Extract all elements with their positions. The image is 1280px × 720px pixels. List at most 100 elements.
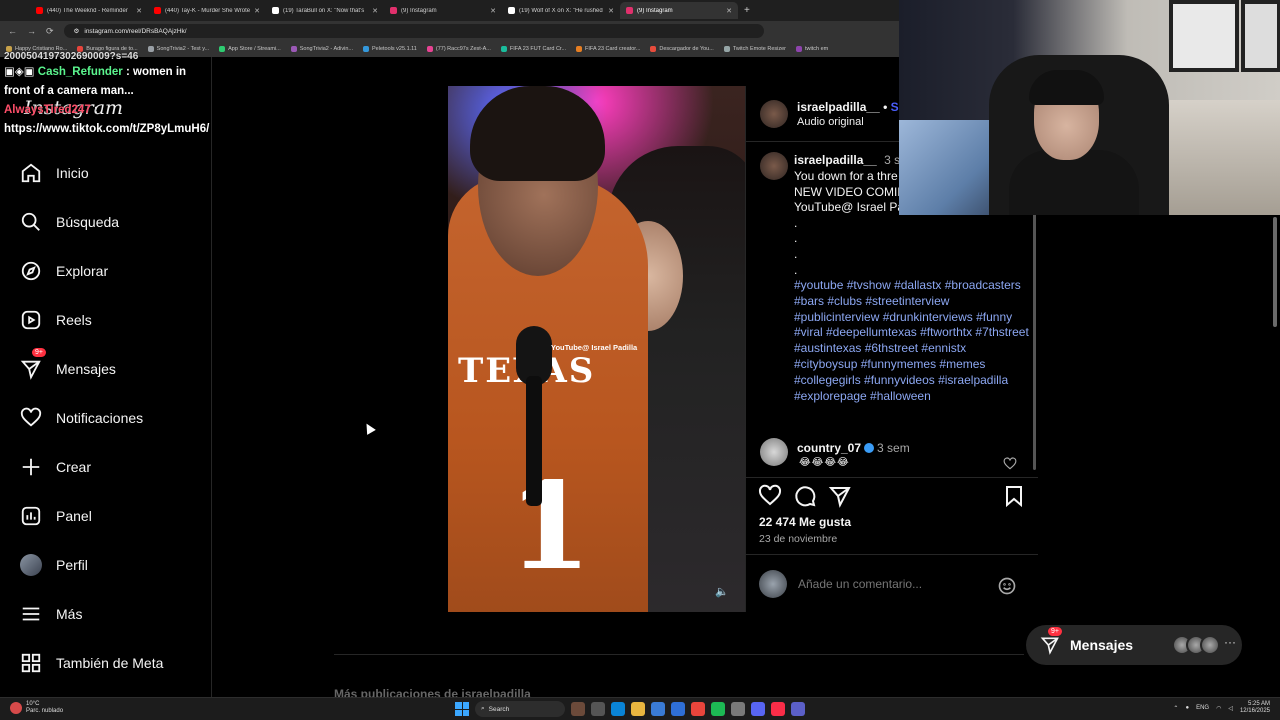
site-info-icon[interactable]: ⚙ bbox=[74, 27, 80, 35]
chat-badges-icon: ▣◈▣ bbox=[4, 66, 38, 78]
bookmark-favicon-icon bbox=[219, 46, 226, 52]
tray-chevron-icon[interactable]: ⌃ bbox=[1173, 705, 1178, 712]
chrome-icon[interactable] bbox=[691, 702, 705, 716]
browser-tab[interactable]: (9) Instagram ✕ bbox=[384, 2, 502, 19]
sidebar-item-busqueda[interactable]: Búsqueda bbox=[20, 207, 200, 237]
bookmark-favicon-icon bbox=[426, 46, 433, 52]
edge-icon[interactable] bbox=[611, 702, 625, 716]
sidebar-item-inicio[interactable]: Inicio bbox=[20, 158, 200, 188]
sidebar: Instagram Inicio Búsqueda Explorar Reels… bbox=[0, 57, 212, 697]
browser-tab[interactable]: (9) Instagram ✕ bbox=[620, 2, 738, 19]
reel-video[interactable]: TEXAS 1 YouTube@ Israel Padilla 🔈 bbox=[448, 86, 745, 612]
page-scrollbar[interactable] bbox=[1273, 217, 1277, 327]
new-tab-icon[interactable]: + bbox=[744, 5, 750, 16]
close-icon[interactable]: ✕ bbox=[254, 7, 260, 15]
browser-tab[interactable]: (440) The Weeknd - Reminder ✕ bbox=[30, 2, 148, 19]
taskbar-search-label: Search bbox=[488, 705, 510, 713]
windows-start-icon[interactable] bbox=[455, 702, 469, 716]
sidebar-item-meta[interactable]: También de Meta bbox=[20, 648, 200, 678]
browser-tab[interactable]: (19) Wolf of X on X: "He rushed ✕ bbox=[502, 2, 620, 19]
bookmark-item[interactable]: SongTrivia2 - Adivin... bbox=[290, 46, 353, 52]
messages-button[interactable]: 9+ Mensajes ··· bbox=[1026, 625, 1242, 665]
caption-username[interactable]: israelpadilla__ bbox=[794, 153, 877, 167]
weather-widget[interactable]: 10°C Parc. nublado bbox=[10, 701, 63, 715]
commenter-avatar[interactable] bbox=[760, 438, 788, 466]
caption-header: israelpadilla__ 3 se bbox=[794, 153, 907, 167]
bookmark-item[interactable]: Peletools v25.1.11 bbox=[363, 46, 417, 52]
reload-icon[interactable]: ⟳ bbox=[46, 26, 54, 37]
url-field[interactable]: ⚙ instagram.com/reel/DRsBAQAjzHk/ bbox=[63, 24, 764, 38]
widget-icon[interactable] bbox=[571, 702, 585, 716]
sidebar-item-crear[interactable]: Crear bbox=[20, 452, 200, 482]
caption-avatar[interactable] bbox=[760, 152, 788, 180]
close-icon[interactable]: ✕ bbox=[608, 7, 614, 15]
bookmark-item[interactable]: Twitch Emote Resizer bbox=[723, 46, 786, 52]
task-view-icon[interactable] bbox=[591, 702, 605, 716]
store-icon[interactable] bbox=[651, 702, 665, 716]
mouse-cursor-icon bbox=[362, 421, 376, 435]
spotify-icon[interactable] bbox=[711, 702, 725, 716]
close-icon[interactable]: ✕ bbox=[726, 7, 732, 15]
bookmark-item[interactable]: FIFA 23 FUT Card Cr... bbox=[500, 46, 566, 52]
dashboard-icon bbox=[21, 506, 41, 526]
audio-label[interactable]: Audio original bbox=[797, 116, 864, 128]
volume-icon[interactable]: ◁ bbox=[1228, 705, 1233, 712]
clock-time: 5:25 AM bbox=[1247, 701, 1270, 707]
clock[interactable]: 5:25 AM 12/16/2025 bbox=[1240, 701, 1270, 715]
volume-icon[interactable]: 🔈 bbox=[715, 585, 729, 598]
divider bbox=[746, 477, 1038, 478]
separator-dot: • bbox=[883, 100, 891, 114]
bookmark-favicon-icon bbox=[576, 46, 583, 52]
discord-icon[interactable] bbox=[751, 702, 765, 716]
mic-icon[interactable]: ● bbox=[1185, 705, 1189, 711]
comment-input[interactable] bbox=[798, 577, 988, 591]
back-icon[interactable]: ← bbox=[8, 26, 17, 36]
weather-icon bbox=[10, 702, 22, 714]
bookmark-label: twitch em bbox=[805, 46, 829, 52]
close-icon[interactable]: ✕ bbox=[490, 7, 496, 15]
teams-icon[interactable] bbox=[791, 702, 805, 716]
browser-tab[interactable]: (440) Tay-K - Murder She Wrote ✕ bbox=[148, 2, 266, 19]
obs-icon[interactable] bbox=[731, 702, 745, 716]
taskbar-search[interactable]: ⌕ Search bbox=[475, 701, 565, 717]
search-icon: ⌕ bbox=[481, 705, 485, 712]
close-icon[interactable]: ✕ bbox=[136, 7, 142, 15]
sidebar-item-notificaciones[interactable]: Notificaciones bbox=[20, 403, 200, 433]
bookmark-favicon-icon bbox=[363, 46, 370, 52]
sidebar-item-mas[interactable]: Más bbox=[20, 599, 200, 629]
comments-scrollbar[interactable] bbox=[1033, 200, 1036, 470]
music-icon[interactable] bbox=[771, 702, 785, 716]
like-icon[interactable] bbox=[758, 484, 782, 508]
sidebar-item-perfil[interactable]: Perfil bbox=[20, 550, 200, 580]
sidebar-item-label: Explorar bbox=[56, 263, 109, 279]
comment-icon[interactable] bbox=[793, 484, 817, 508]
file-explorer-icon[interactable] bbox=[631, 702, 645, 716]
sidebar-item-panel[interactable]: Panel bbox=[20, 501, 200, 531]
bookmark-item[interactable]: App Store / Streami... bbox=[219, 46, 281, 52]
like-count[interactable]: 22 474 Me gusta bbox=[759, 515, 851, 529]
author-avatar[interactable] bbox=[760, 100, 788, 128]
compass-icon bbox=[21, 261, 41, 281]
mail-icon[interactable] bbox=[671, 702, 685, 716]
bookmark-item[interactable]: (77) Racc97s Zest-A... bbox=[426, 46, 491, 52]
wifi-icon[interactable]: ◠ bbox=[1216, 705, 1221, 712]
share-icon[interactable] bbox=[828, 484, 852, 508]
close-icon[interactable]: ✕ bbox=[372, 7, 378, 15]
bookmark-icon[interactable] bbox=[1002, 484, 1026, 508]
sidebar-item-reels[interactable]: Reels bbox=[20, 305, 200, 335]
sidebar-item-mensajes[interactable]: 9+ Mensajes bbox=[20, 348, 200, 384]
bookmark-item[interactable]: twitch em bbox=[796, 46, 828, 52]
emoji-icon[interactable] bbox=[997, 576, 1017, 596]
webcam-sofa bbox=[1169, 100, 1280, 215]
bookmark-item[interactable]: Descargador de You... bbox=[650, 46, 714, 52]
sidebar-item-label: Búsqueda bbox=[56, 214, 120, 230]
bookmark-item[interactable]: FIFA 23 Card creator... bbox=[576, 46, 640, 52]
author-username[interactable]: israelpadilla__ bbox=[797, 100, 880, 114]
browser-tab[interactable]: (19) TaraBull on X: "Now that's ✕ bbox=[266, 2, 384, 19]
comment-username[interactable]: country_07 bbox=[797, 441, 861, 455]
sidebar-item-explorar[interactable]: Explorar bbox=[20, 256, 200, 286]
forward-icon[interactable]: → bbox=[27, 26, 36, 36]
language-indicator[interactable]: ENG bbox=[1196, 705, 1209, 711]
caption-hashtags[interactable]: #youtube #tvshow #dallastx #broadcasters… bbox=[794, 278, 1030, 404]
comment-like-icon[interactable] bbox=[1003, 457, 1017, 471]
